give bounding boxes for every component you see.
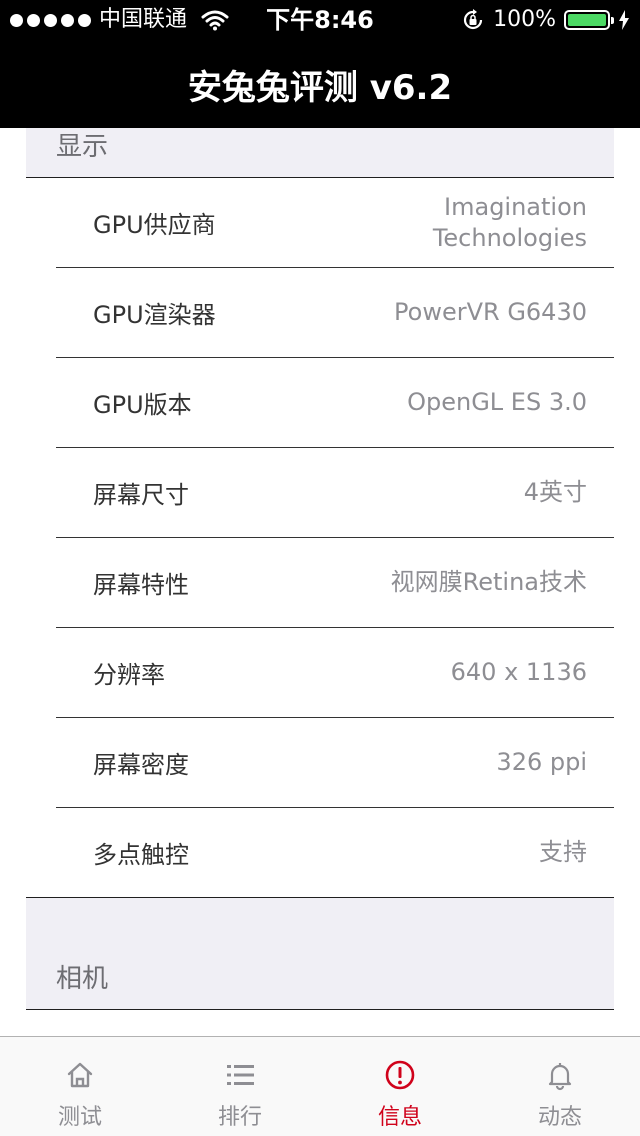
row-key: 屏幕特性 <box>93 571 189 599</box>
top-bar: 中国联通 下午8:46 100% 安兔兔评测 v6.2 <box>0 0 640 128</box>
table-row[interactable]: GPU渲染器 PowerVR G6430 <box>56 268 614 358</box>
table-row[interactable]: 屏幕密度 326 ppi <box>56 718 614 808</box>
tab-label: 信息 <box>377 1105 422 1130</box>
section-header-camera: 相机 <box>26 897 614 1010</box>
info-list[interactable]: 显示 GPU供应商 Imagination Technologies GPU渲染… <box>26 128 614 1036</box>
row-key: 分辨率 <box>93 661 165 689</box>
row-value: OpenGL ES 3.0 <box>407 388 587 416</box>
table-row[interactable]: 多点触控 支持 <box>56 808 614 897</box>
table-row[interactable]: 屏幕尺寸 4英寸 <box>56 448 614 538</box>
row-key: GPU版本 <box>93 391 192 419</box>
section-header-display: 显示 <box>26 128 614 178</box>
row-value: 640 x 1136 <box>450 658 587 686</box>
row-key: 多点触控 <box>93 841 189 869</box>
tab-label: 动态 <box>537 1105 582 1130</box>
page-title: 安兔兔评测 v6.2 <box>187 67 453 108</box>
tab-label: 排行 <box>217 1105 262 1130</box>
status-bar: 中国联通 下午8:46 100% <box>0 0 640 40</box>
row-key: 屏幕密度 <box>93 751 189 779</box>
charging-bolt-icon <box>619 10 629 30</box>
row-value: 支持 <box>539 838 587 866</box>
tab-label: 测试 <box>57 1105 102 1130</box>
tab-test[interactable]: 测试 <box>0 1037 160 1136</box>
row-value: Imagination Technologies <box>432 192 587 252</box>
battery-percent: 100% <box>493 7 556 32</box>
status-right: 100% <box>461 0 630 40</box>
table-row[interactable]: GPU供应商 Imagination Technologies <box>56 178 614 268</box>
tab-ranking[interactable]: 排行 <box>160 1037 320 1136</box>
table-row[interactable]: 屏幕特性 视网膜Retina技术 <box>56 538 614 628</box>
info-alert-icon <box>385 1060 415 1090</box>
navigation-bar: 安兔兔评测 v6.2 <box>0 40 640 128</box>
row-value: 326 ppi <box>496 748 587 776</box>
section-title: 显示 <box>56 132 109 162</box>
tab-info[interactable]: 信息 <box>320 1037 480 1136</box>
tab-bar: 测试 排行 信息 动态 <box>0 1036 640 1136</box>
home-icon <box>67 1062 93 1088</box>
table-row[interactable]: 分辨率 640 x 1136 <box>56 628 614 718</box>
list-icon <box>227 1065 254 1085</box>
bell-icon <box>548 1063 572 1091</box>
display-rows: GPU供应商 Imagination Technologies GPU渲染器 P… <box>26 178 614 897</box>
table-row[interactable]: GPU版本 OpenGL ES 3.0 <box>56 358 614 448</box>
row-key: 屏幕尺寸 <box>93 481 189 509</box>
app-screen: 中国联通 下午8:46 100% 安兔兔评测 v6.2 显示 GPU供应商 Im… <box>0 0 640 1136</box>
row-key: GPU供应商 <box>93 211 216 239</box>
row-value: PowerVR G6430 <box>394 298 587 326</box>
row-value: 4英寸 <box>523 478 587 506</box>
row-value: 视网膜Retina技术 <box>390 568 587 596</box>
section-title: 相机 <box>56 964 109 994</box>
row-key: GPU渲染器 <box>93 301 216 329</box>
tab-news[interactable]: 动态 <box>480 1037 640 1136</box>
battery-icon <box>564 10 614 30</box>
orientation-lock-icon <box>464 9 483 30</box>
